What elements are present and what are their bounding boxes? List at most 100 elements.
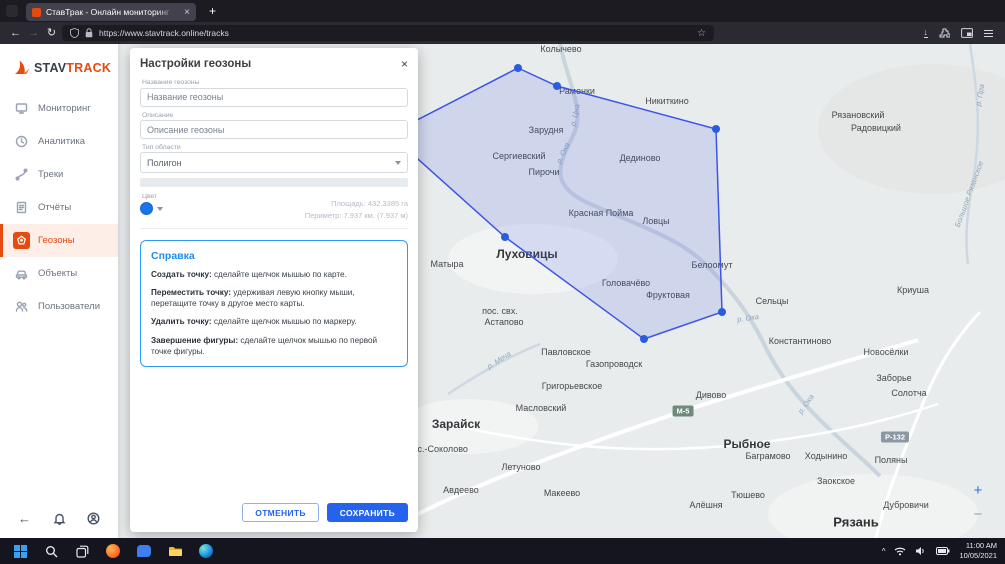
save-button[interactable]: СОХРАНИТЬ [327,503,408,522]
area-type-select[interactable]: Полигон [140,152,408,173]
file-explorer-icon[interactable] [167,543,183,559]
polygon-vertex[interactable] [501,233,509,241]
description-field-label: Описание [142,112,408,119]
refresh-button[interactable]: ↻ [44,22,59,44]
help-item: Создать точку: сделайте щелчок мышью по … [151,269,397,280]
screen: СтавТрак - Онлайн мониторинг × + ← → ↻ h… [0,0,1005,564]
sidebar-item-label: Аналитика [38,136,85,147]
inactive-field-bar [140,178,408,187]
polygon-vertex[interactable] [718,308,726,316]
zoom-out-button[interactable]: − [970,506,986,523]
sidebar-item-label: Мониторинг [38,103,91,114]
sidebar-item-users[interactable]: Пользователи [0,290,118,323]
logo-track: TRACK [66,61,111,75]
geozone-metrics: Площадь: 432.3385 га Периметр: 7.937 км,… [305,193,408,221]
browser-tab-bar: СтавТрак - Онлайн мониторинг × + [0,0,1005,22]
menu-icon[interactable] [984,30,993,37]
help-item: Завершение фигуры: сделайте щелчок мышью… [151,335,397,357]
taskbar: ^ 11:00 AM 10/05/2021 [0,538,1005,564]
polygon-vertex[interactable] [514,64,522,72]
sidebar-item-objects[interactable]: Объекты [0,257,118,290]
sidebar-item-reports[interactable]: Отчёты [0,191,118,224]
toolbar-icons: ↓ [924,28,998,39]
polygon-vertex[interactable] [553,82,561,90]
area-value: Площадь: 432.3385 га [305,198,408,210]
site-favicon-icon [32,8,41,17]
task-view-icon[interactable] [74,543,90,559]
clock-date: 10/05/2021 [959,551,997,562]
firefox-icon[interactable] [105,543,121,559]
clock-icon [13,133,30,150]
color-picker[interactable] [140,202,163,215]
sidebar-item-label: Объекты [38,268,77,279]
chat-icon[interactable] [136,543,152,559]
divider [140,228,408,229]
color-swatch [140,202,153,215]
monitor-icon [13,100,30,117]
zoom-in-button[interactable]: + [970,482,986,499]
help-item: Переместить точку: удерживая левую кнопк… [151,287,397,309]
firefox-view-icon[interactable] [6,5,18,17]
volume-icon[interactable] [915,546,927,556]
url-bar[interactable]: https://www.stavtrack.online/tracks ☆ [62,25,714,41]
battery-icon[interactable] [936,547,950,555]
cancel-button[interactable]: ОТМЕНИТЬ [242,503,319,522]
tab-close-icon[interactable]: × [184,7,190,18]
sidebar-item-label: Отчёты [38,202,71,213]
geozone-name-input[interactable] [140,88,408,107]
car-icon [13,265,30,282]
taskbar-clock[interactable]: 11:00 AM 10/05/2021 [959,541,997,562]
forward-button[interactable]: → [26,22,41,44]
polygon-vertex[interactable] [640,335,648,343]
start-button[interactable] [12,543,28,559]
sidebar-item-monitoring[interactable]: Мониторинг [0,92,118,125]
back-button[interactable]: ← [8,22,23,44]
new-tab-button[interactable]: + [204,4,221,18]
area-type-value: Полигон [147,158,182,168]
sidebar-item-label: Геозоны [38,235,75,246]
lock-icon[interactable] [85,28,93,38]
help-box: Справка Создать точку: сделайте щелчок м… [140,240,408,366]
shield-icon[interactable] [70,28,79,38]
flame-icon [13,59,30,76]
geozone-polygon[interactable] [390,68,722,339]
sidebar: STAVTRACK Мониторинг Аналитика Треки Отч… [0,44,118,538]
logo-stav: STAV [34,61,66,75]
sidebar-item-label: Треки [38,169,63,180]
app-logo: STAVTRACK [0,44,118,92]
geozone-description-input[interactable] [140,120,408,139]
modal-title: Настройки геозоны [140,58,251,70]
help-item: Удалить точку: сделайте щелчок мышью по … [151,316,397,327]
bookmark-star-icon[interactable]: ☆ [697,28,706,39]
close-icon[interactable]: × [401,58,408,70]
notifications-bell-icon[interactable] [53,512,66,525]
tray-expand-icon[interactable]: ^ [882,547,886,556]
route-icon [13,166,30,183]
downloads-icon[interactable]: ↓ [924,28,929,38]
chevron-down-icon [157,207,163,211]
geozone-settings-modal: Настройки геозоны × Название геозоны Опи… [130,48,418,532]
extensions-icon[interactable] [939,28,950,39]
sidebar-item-analytics[interactable]: Аналитика [0,125,118,158]
wifi-icon[interactable] [894,546,906,556]
polygon-vertex[interactable] [712,125,720,133]
browser-toolbar: ← → ↻ https://www.stavtrack.online/track… [0,22,1005,44]
clock-time: 11:00 AM [959,541,997,552]
users-icon [13,298,30,315]
report-icon [13,199,30,216]
tab-title: СтавТрак - Онлайн мониторинг [46,7,179,17]
sidebar-item-label: Пользователи [38,301,100,312]
search-icon[interactable] [43,543,59,559]
sidebar-footer: ← [0,511,118,526]
browser-window-icon[interactable] [961,28,973,38]
edge-icon[interactable] [198,543,214,559]
url-text: https://www.stavtrack.online/tracks [99,28,691,38]
account-icon[interactable] [87,512,100,525]
sidebar-item-geozones[interactable]: Геозоны [0,224,118,257]
name-field-label: Название геозоны [142,79,408,86]
help-title: Справка [151,250,397,262]
browser-tab[interactable]: СтавТрак - Онлайн мониторинг × [26,3,196,21]
sidebar-item-tracks[interactable]: Треки [0,158,118,191]
collapse-sidebar-icon[interactable]: ← [18,511,31,526]
geofence-icon [13,232,30,249]
